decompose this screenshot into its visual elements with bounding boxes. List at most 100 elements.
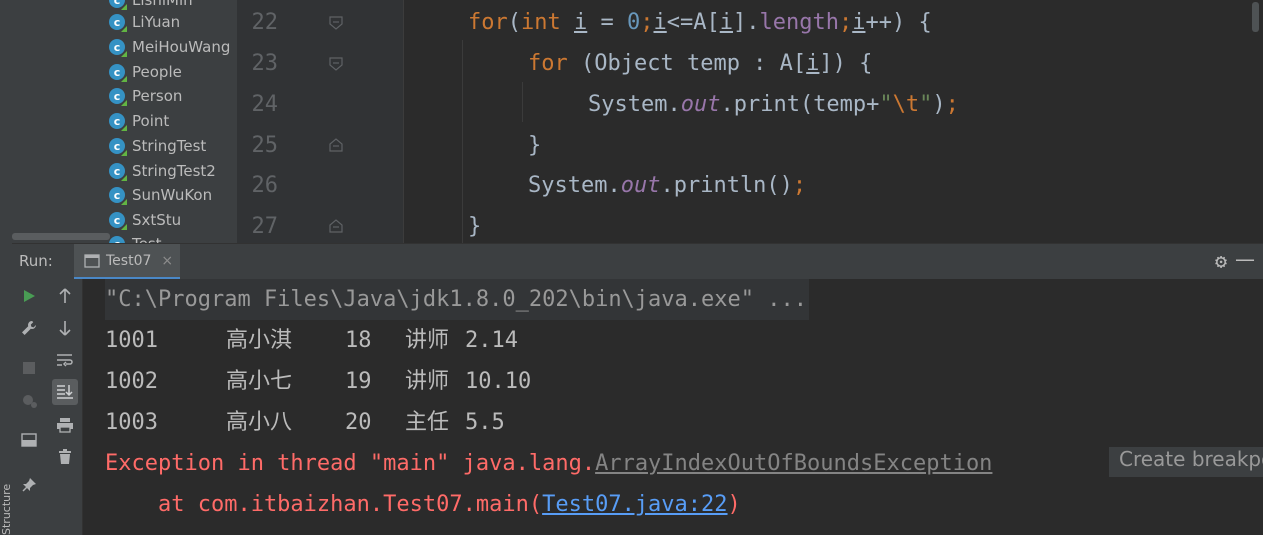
print-button[interactable] — [52, 412, 78, 438]
class-icon: c — [109, 212, 125, 228]
code-line-27: } — [468, 207, 481, 243]
fold-close-icon[interactable] — [329, 219, 343, 233]
class-icon: c — [109, 236, 125, 243]
token: } — [468, 214, 482, 239]
project-tree: c LishiMin c LiYuan c MeiHouWang c Peopl… — [12, 0, 237, 243]
gear-icon[interactable]: ⚙ — [1215, 249, 1227, 273]
row-id: 1001 — [105, 328, 158, 353]
token: .print(temp+ — [720, 92, 880, 117]
tree-item-label: Point — [132, 112, 170, 130]
token-keyword: for — [468, 10, 508, 35]
clear-all-button[interactable] — [52, 444, 78, 470]
tree-item-stringtest[interactable]: c StringTest — [109, 134, 206, 158]
line-number: 24 — [251, 92, 279, 117]
token-static-field: out — [680, 92, 721, 117]
console-output[interactable]: "C:\Program Files\Java\jdk1.8.0_202\bin\… — [83, 279, 1263, 535]
tree-item-point[interactable]: c Point — [109, 109, 169, 133]
class-icon: c — [109, 0, 125, 8]
token-keyword: int — [521, 10, 561, 35]
line-number: 27 — [251, 214, 279, 239]
token-semicolon: ; — [945, 92, 959, 117]
debug-settings-button[interactable] — [16, 387, 42, 413]
structure-side-tab[interactable]: Structure — [0, 484, 13, 535]
edit-configuration-button[interactable] — [16, 315, 42, 341]
minimize-icon[interactable]: — — [1235, 247, 1255, 271]
wrench-icon — [22, 321, 36, 335]
tree-item-label: Test — [132, 235, 162, 243]
row-name: 高小七 — [226, 369, 293, 394]
row-title: 讲师 — [405, 369, 450, 394]
tree-item-liyuan[interactable]: c LiYuan — [109, 10, 180, 34]
exception-line: Exception in thread "main" java.lang.Arr… — [105, 443, 992, 484]
token: = — [587, 10, 627, 35]
run-tab-test07[interactable]: Test07 × — [74, 244, 180, 280]
arrow-down-icon — [59, 321, 71, 336]
token-keyword: for — [528, 51, 568, 76]
row-name: 高小淇 — [226, 328, 293, 353]
tree-item-label: LishiMin — [132, 0, 193, 9]
tree-item-test[interactable]: c Test — [109, 232, 162, 243]
token-number: 0 — [627, 10, 641, 35]
row-title: 主任 — [405, 410, 450, 435]
tree-item-sunwukon[interactable]: c SunWuKon — [109, 183, 212, 207]
printer-icon — [57, 418, 73, 433]
class-icon: c — [109, 88, 125, 104]
scroll-up-button[interactable] — [52, 283, 78, 309]
tree-item-meihouwang[interactable]: c MeiHouWang — [109, 35, 230, 59]
line-number: 22 — [251, 10, 279, 35]
console-row: 1003 高小八 20 主任 5.5 — [105, 402, 505, 443]
code-line-22: for(int i = 0;i<=A[i].length;i++) { — [468, 3, 932, 43]
tree-item-sxtstu[interactable]: c SxtStu — [109, 208, 181, 232]
fold-open-icon[interactable] — [329, 57, 343, 71]
code-line-23: for (Object temp : A[i]) { — [528, 44, 872, 84]
tree-item-label: SunWuKon — [132, 186, 213, 204]
scroll-down-button[interactable] — [52, 315, 78, 341]
token-escape: \t — [892, 92, 920, 117]
create-breakpoint-button[interactable]: Create breakpoint — [1109, 447, 1263, 477]
layout-button[interactable] — [16, 427, 42, 453]
row-name: 高小八 — [226, 410, 293, 435]
class-icon: c — [109, 113, 125, 129]
token: ( — [507, 10, 521, 35]
token: System. — [528, 173, 621, 198]
pin-button[interactable] — [16, 472, 42, 498]
scroll-to-end-icon — [57, 385, 73, 399]
stop-button[interactable] — [16, 355, 42, 381]
scroll-to-end-button[interactable] — [52, 379, 78, 405]
play-icon — [24, 290, 35, 302]
fold-open-icon[interactable] — [329, 16, 343, 30]
soft-wrap-button[interactable] — [52, 347, 78, 373]
stop-icon — [23, 362, 35, 374]
exception-message: Exception in thread "main" java.lang. — [105, 451, 596, 476]
exception-class-link[interactable]: ArrayIndexOutOfBoundsException — [595, 451, 992, 476]
editor-scrollbar[interactable] — [1252, 2, 1259, 32]
token: ) — [932, 92, 946, 117]
tree-item-stringtest2[interactable]: c StringTest2 — [109, 159, 216, 183]
row-age: 20 — [345, 410, 372, 435]
source-location-link[interactable]: Test07.java:22 — [542, 492, 727, 517]
token: .println() — [660, 173, 793, 198]
token: <=A[ — [666, 10, 720, 35]
console-row: 1001 高小淇 18 讲师 2.14 — [105, 320, 518, 361]
stack-trace-close: ) — [727, 492, 741, 517]
indent-guide — [522, 82, 523, 122]
class-icon: c — [109, 64, 125, 80]
class-icon: c — [109, 187, 125, 203]
class-icon: c — [109, 14, 125, 30]
console-command-line: "C:\Program Files\Java\jdk1.8.0_202\bin\… — [105, 279, 809, 320]
fold-close-icon[interactable] — [329, 138, 343, 152]
tree-horizontal-scrollbar[interactable] — [12, 233, 110, 240]
tree-item-person[interactable]: c Person — [109, 84, 182, 108]
row-id: 1003 — [105, 410, 158, 435]
console-icon — [84, 253, 100, 268]
row-age: 18 — [345, 328, 372, 353]
line-number: 25 — [251, 133, 279, 158]
tree-item-people[interactable]: c People — [109, 60, 182, 84]
close-tab-icon[interactable]: × — [161, 253, 173, 269]
rerun-button[interactable] — [16, 283, 42, 309]
token-variable: i — [719, 10, 733, 35]
trash-icon — [59, 449, 71, 464]
code-editor[interactable]: for(int i = 0;i<=A[i].length;i++) { for … — [404, 0, 1263, 243]
tree-item-label: People — [132, 63, 182, 81]
